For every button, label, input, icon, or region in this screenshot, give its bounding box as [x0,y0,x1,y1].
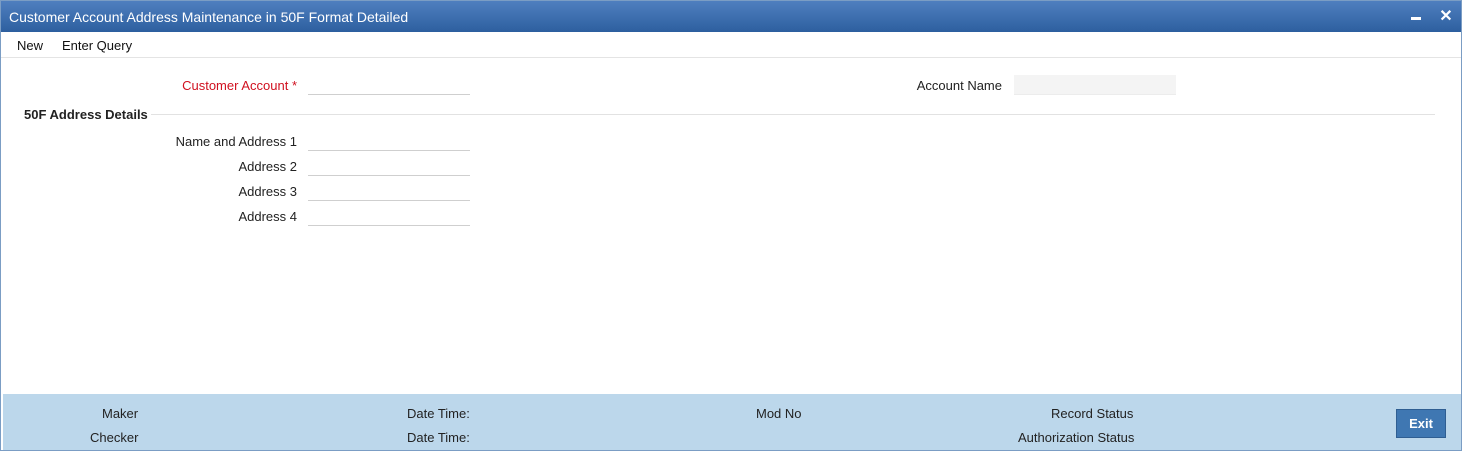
record-status-label: Record Status [1051,406,1134,421]
account-name-label: Account Name [916,78,1002,93]
maker-date-time-label: Date Time: [407,406,470,421]
required-marker: * [291,78,297,93]
name-address1-label: Name and Address 1 [175,134,297,149]
title-bar: Customer Account Address Maintenance in … [1,1,1461,32]
customer-account-label: Customer Account * [182,78,297,93]
window-title: Customer Account Address Maintenance in … [9,9,409,25]
address2-label: Address 2 [238,159,297,174]
address4-label: Address 4 [238,209,297,224]
new-menu-item[interactable]: New [17,38,43,53]
exit-button[interactable]: Exit [1396,409,1446,438]
address4-field[interactable] [308,206,470,226]
enter-query-menu-item[interactable]: Enter Query [62,38,132,53]
maker-label: Maker [102,406,139,421]
menu-bar: New Enter Query [1,32,1461,58]
minimize-icon[interactable] [1405,6,1427,28]
address3-field[interactable] [308,181,470,201]
authorization-status-label: Authorization Status [1018,430,1135,445]
checker-date-time-label: Date Time: [407,430,470,445]
name-address1-field[interactable] [308,131,470,151]
customer-account-field[interactable] [308,75,470,95]
section-title: 50F Address Details [24,107,148,122]
address3-label: Address 3 [238,184,297,199]
account-name-field[interactable] [1014,75,1176,95]
address2-field[interactable] [308,156,470,176]
close-icon[interactable]: ✕ [1435,6,1457,28]
audit-footer: Maker Checker Date Time: Date Time: Mod … [3,394,1461,450]
mod-no-label: Mod No [756,406,802,421]
section-divider [151,114,1435,115]
maintenance-window: Customer Account Address Maintenance in … [0,0,1462,451]
checker-label: Checker [90,430,139,445]
